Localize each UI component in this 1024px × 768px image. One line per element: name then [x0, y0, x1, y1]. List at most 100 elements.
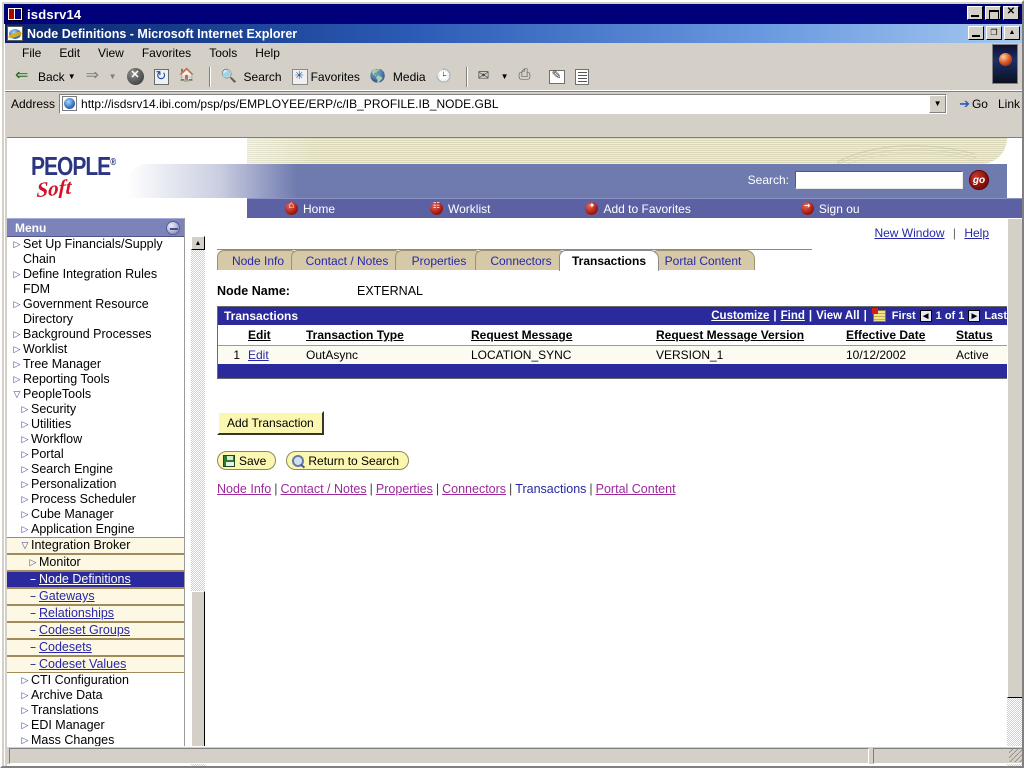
tab-connectors[interactable]: Connectors — [475, 250, 567, 270]
history-button[interactable] — [432, 65, 460, 89]
sidebar-item-archive-data[interactable]: Archive Data — [7, 688, 184, 703]
tab-portal-content[interactable]: Portal Content — [651, 250, 755, 270]
mail-dropdown-icon[interactable]: ▼ — [501, 72, 509, 81]
sidebar-scroll-thumb[interactable] — [191, 591, 205, 751]
chevron-right-icon[interactable] — [19, 417, 31, 432]
sidebar-item-edi-manager[interactable]: EDI Manager — [7, 718, 184, 733]
favorites-button[interactable]: Favorites — [288, 67, 364, 87]
chevron-right-icon[interactable] — [11, 327, 23, 342]
dash-icon[interactable] — [27, 589, 39, 604]
bottom-link-transactions[interactable]: Transactions — [515, 482, 586, 496]
back-dropdown-icon[interactable]: ▼ — [68, 72, 76, 81]
find-link[interactable]: Find — [781, 310, 805, 322]
mail-button[interactable]: ▼ — [474, 65, 513, 89]
help-link[interactable]: Help — [964, 226, 989, 240]
sidebar-item-link[interactable]: Node Definitions — [39, 572, 131, 586]
pager-previous-button[interactable]: ◀ — [920, 310, 932, 322]
portal-search-input[interactable] — [795, 171, 963, 189]
sidebar-item-process-scheduler[interactable]: Process Scheduler — [7, 492, 184, 507]
home-button[interactable] — [175, 65, 203, 89]
console-window-controls[interactable] — [967, 6, 1019, 20]
sidebar-item-gateways[interactable]: Gateways — [7, 588, 184, 605]
dash-icon[interactable] — [27, 640, 39, 655]
sidebar-item-monitor[interactable]: Monitor — [7, 554, 184, 571]
sidebar-item-chain[interactable]: Chain — [7, 252, 184, 267]
portal-search-go-button[interactable]: go — [969, 170, 989, 190]
sidebar-item-personalization[interactable]: Personalization — [7, 477, 184, 492]
sidebar-item-link[interactable]: Gateways — [39, 589, 95, 603]
chevron-right-icon[interactable] — [11, 297, 23, 312]
chevron-down-icon[interactable] — [19, 538, 31, 553]
browser-minimize-button[interactable] — [968, 26, 984, 40]
cell-edit[interactable]: Edit — [244, 346, 302, 365]
chevron-right-icon[interactable] — [19, 673, 31, 688]
console-maximize-button[interactable] — [985, 6, 1001, 20]
chevron-right-icon[interactable] — [19, 432, 31, 447]
discuss-button[interactable] — [571, 67, 593, 87]
nav-item-sign-out[interactable]: Sign ou — [801, 202, 860, 216]
chevron-right-icon[interactable] — [19, 703, 31, 718]
chevron-right-icon[interactable] — [19, 688, 31, 703]
chevron-right-icon[interactable] — [19, 492, 31, 507]
nav-item-add-to-favorites[interactable]: Add to Favorites — [585, 202, 690, 216]
chevron-right-icon[interactable] — [19, 522, 31, 537]
new-window-link[interactable]: New Window — [874, 226, 944, 240]
page-scroll-thumb[interactable] — [1007, 218, 1023, 698]
sidebar-item-utilities[interactable]: Utilities — [7, 417, 184, 432]
sidebar-item-relationships[interactable]: Relationships — [7, 605, 184, 622]
console-close-button[interactable] — [1003, 6, 1019, 20]
stop-button[interactable] — [123, 66, 148, 87]
edit-link[interactable]: Edit — [248, 348, 269, 362]
sidebar-item-translations[interactable]: Translations — [7, 703, 184, 718]
sidebar-item-define-integration-rules[interactable]: Define Integration Rules — [7, 267, 184, 282]
browser-up-button[interactable]: ▲ — [1004, 26, 1020, 40]
back-button[interactable]: Back ▼ — [11, 65, 80, 89]
sidebar-item-codeset-groups[interactable]: Codeset Groups — [7, 622, 184, 639]
customize-link[interactable]: Customize — [711, 310, 769, 322]
console-minimize-button[interactable] — [967, 6, 983, 20]
search-button[interactable]: Search — [217, 65, 286, 89]
menu-help[interactable]: Help — [246, 45, 289, 61]
sidebar-item-codesets[interactable]: Codesets — [7, 639, 184, 656]
chevron-right-icon[interactable] — [19, 477, 31, 492]
media-button[interactable]: Media — [366, 65, 430, 89]
menu-file[interactable]: File — [13, 45, 50, 61]
tab-contact-notes[interactable]: Contact / Notes — [291, 250, 403, 270]
menu-edit[interactable]: Edit — [50, 45, 89, 61]
forward-button[interactable]: ▼ — [82, 65, 121, 89]
dash-icon[interactable] — [27, 623, 39, 638]
tab-node-info[interactable]: Node Info — [217, 250, 299, 270]
sidebar-item-application-engine[interactable]: Application Engine — [7, 522, 184, 537]
collapse-icon[interactable] — [166, 221, 180, 235]
tab-transactions[interactable]: Transactions — [559, 250, 659, 271]
sidebar-scrollbar[interactable]: ▲ — [191, 236, 205, 766]
chevron-right-icon[interactable] — [19, 447, 31, 462]
page-scrollbar[interactable]: ▼ — [1007, 218, 1023, 768]
sidebar-item-workflow[interactable]: Workflow — [7, 432, 184, 447]
chevron-right-icon[interactable] — [19, 402, 31, 417]
sidebar-item-cti-configuration[interactable]: CTI Configuration — [7, 673, 184, 688]
go-button[interactable]: ➔ Go — [953, 96, 994, 112]
pager-last-label[interactable]: Last — [984, 310, 1007, 322]
chevron-right-icon[interactable] — [27, 555, 39, 570]
tab-properties[interactable]: Properties — [395, 250, 483, 270]
address-dropdown-icon[interactable]: ▼ — [929, 95, 946, 113]
sidebar-item-link[interactable]: Codesets — [39, 640, 92, 654]
nav-item-home[interactable]: Home — [285, 202, 335, 216]
address-input[interactable]: http://isdsrv14.ibi.com/psp/ps/EMPLOYEE/… — [59, 94, 947, 114]
sidebar-item-search-engine[interactable]: Search Engine — [7, 462, 184, 477]
bottom-link-contact-notes[interactable]: Contact / Notes — [280, 482, 366, 496]
sidebar-scroll-up-button[interactable]: ▲ — [191, 236, 205, 250]
dash-icon[interactable] — [27, 657, 39, 672]
sidebar-item-fdm[interactable]: FDM — [7, 282, 184, 297]
chevron-right-icon[interactable] — [11, 267, 23, 282]
sidebar-item-background-processes[interactable]: Background Processes — [7, 327, 184, 342]
sidebar-item-integration-broker[interactable]: Integration Broker — [7, 537, 184, 554]
sidebar-item-worklist[interactable]: Worklist — [7, 342, 184, 357]
forward-dropdown-icon[interactable]: ▼ — [109, 72, 117, 81]
dash-icon[interactable] — [27, 606, 39, 621]
browser-restore-button[interactable]: ❐ — [986, 26, 1002, 40]
sidebar-item-reporting-tools[interactable]: Reporting Tools — [7, 372, 184, 387]
sidebar-item-link[interactable]: Codeset Groups — [39, 623, 130, 637]
resize-grip[interactable] — [1009, 748, 1023, 762]
